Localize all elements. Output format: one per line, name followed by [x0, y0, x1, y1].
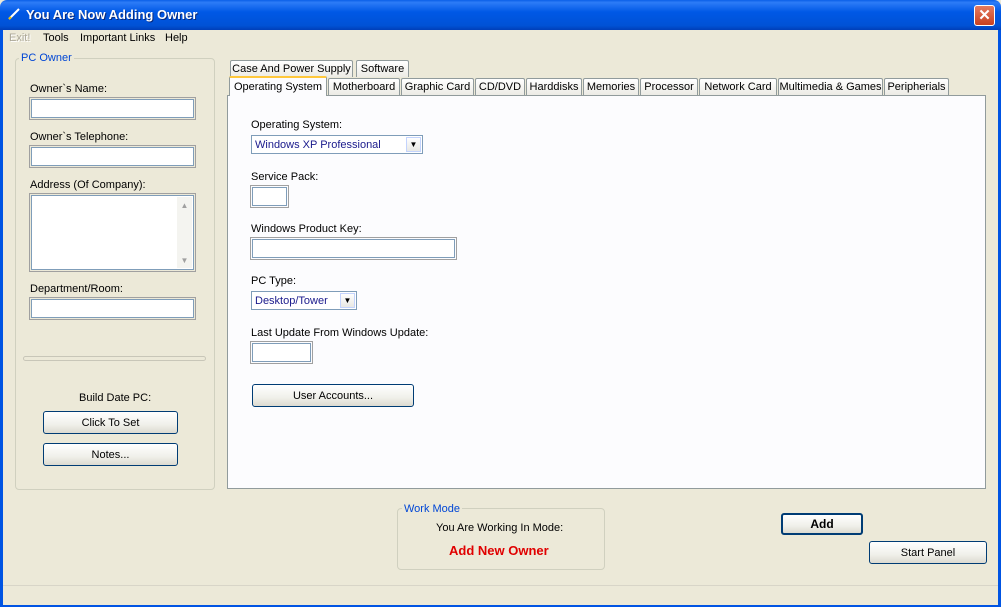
os-select-value: Windows XP Professional	[255, 139, 381, 151]
menu-exit[interactable]: Exit!	[9, 32, 30, 44]
start-panel-button[interactable]: Start Panel	[869, 541, 987, 564]
notes-button[interactable]: Notes...	[43, 443, 178, 466]
click-to-set-button[interactable]: Click To Set	[43, 411, 178, 434]
owner-telephone-label: Owner`s Telephone:	[30, 131, 129, 143]
window-frame-left	[0, 30, 3, 607]
user-accounts-button[interactable]: User Accounts...	[252, 384, 414, 407]
pc-type-select-value: Desktop/Tower	[255, 295, 328, 307]
owner-name-label: Owner`s Name:	[30, 83, 108, 95]
progress-bar	[23, 356, 206, 361]
tab-motherboard[interactable]: Motherboard	[328, 78, 400, 95]
last-update-input[interactable]	[250, 341, 313, 364]
product-key-input[interactable]	[250, 237, 457, 260]
service-pack-label: Service Pack:	[251, 171, 319, 183]
address-label: Address (Of Company):	[30, 179, 146, 191]
address-scrollbar[interactable]: ▲ ▼	[177, 197, 192, 268]
status-bar	[3, 585, 998, 605]
os-label: Operating System:	[251, 119, 343, 131]
owner-name-input[interactable]	[29, 97, 196, 120]
scroll-down-icon[interactable]: ▼	[178, 253, 191, 267]
service-pack-input[interactable]	[250, 185, 289, 208]
scroll-up-icon[interactable]: ▲	[178, 198, 191, 212]
chevron-down-icon[interactable]: ▼	[406, 137, 421, 152]
build-date-label: Build Date PC:	[79, 392, 152, 404]
tab-memories[interactable]: Memories	[583, 78, 639, 95]
tab-operating-system[interactable]: Operating System	[229, 76, 327, 96]
work-mode-group	[397, 508, 605, 570]
tab-processor[interactable]: Processor	[640, 78, 698, 95]
os-select[interactable]: Windows XP Professional ▼	[251, 135, 423, 154]
work-mode-value: Add New Owner	[449, 543, 549, 558]
window-title: You Are Now Adding Owner	[26, 7, 198, 22]
chevron-down-icon[interactable]: ▼	[340, 293, 355, 308]
work-mode-title: Work Mode	[402, 503, 463, 515]
menu-bar: Exit! Tools Important Links Help	[3, 30, 998, 47]
tab-software[interactable]: Software	[356, 60, 409, 77]
menu-important-links[interactable]: Important Links	[80, 32, 155, 44]
menu-help[interactable]: Help	[165, 32, 188, 44]
department-label: Department/Room:	[30, 283, 123, 295]
menu-tools[interactable]: Tools	[43, 32, 69, 44]
tab-cd-dvd[interactable]: CD/DVD	[475, 78, 525, 95]
tab-case-and-power-supply[interactable]: Case And Power Supply	[230, 60, 353, 77]
pc-type-label: PC Type:	[251, 275, 297, 287]
tab-harddisks[interactable]: Harddisks	[526, 78, 582, 95]
pc-type-select[interactable]: Desktop/Tower ▼	[251, 291, 357, 310]
owner-telephone-input[interactable]	[29, 145, 196, 168]
tab-network-card[interactable]: Network Card	[699, 78, 777, 95]
work-mode-caption: You Are Working In Mode:	[436, 522, 564, 534]
pc-owner-group-title: PC Owner	[19, 52, 74, 64]
close-button[interactable]: ✕	[974, 5, 995, 26]
tab-peripherials[interactable]: Peripherials	[884, 78, 949, 95]
tab-multimedia-games[interactable]: Multimedia & Games	[778, 78, 883, 95]
department-input[interactable]	[29, 297, 196, 320]
last-update-label: Last Update From Windows Update:	[251, 327, 429, 339]
address-textarea[interactable]: ▲ ▼	[29, 193, 196, 272]
pencil-icon	[8, 8, 20, 20]
tab-graphic-card[interactable]: Graphic Card	[401, 78, 474, 95]
product-key-label: Windows Product Key:	[251, 223, 362, 235]
add-button[interactable]: Add	[781, 513, 863, 535]
